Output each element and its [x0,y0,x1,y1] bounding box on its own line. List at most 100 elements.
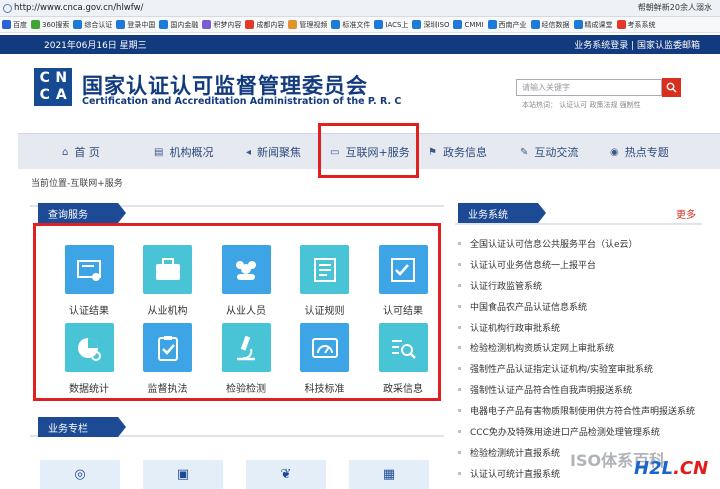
people-icon [221,245,271,294]
business-list-item[interactable]: 认证认可业务信息统一上报平台 [458,254,718,275]
bookmark-icon [116,20,126,29]
special-tile-id[interactable]: ▣ [143,460,223,489]
chat-icon: ◉ [610,146,619,158]
home-icon: ⌂ [62,146,69,158]
query-tile[interactable]: 认证规则 [286,245,364,323]
query-tile-label: 从业人员 [226,306,266,317]
bookmark-item[interactable]: 百度 [2,20,27,30]
business-section-title: 业务系统 [458,203,546,223]
special-tile-ccc[interactable]: ◎ [40,460,120,489]
special-tile-building[interactable]: ▦ [349,460,429,489]
query-tile[interactable]: 认证结果 [50,245,128,323]
business-list-item[interactable]: 全国认证认可信息公共服务平台（认e云） [458,233,718,254]
bookmark-label: CMMI [464,20,484,29]
query-tile[interactable]: 从业人员 [207,245,285,323]
building-icon: ▤ [154,146,164,158]
business-list-item[interactable]: CCC免办及特殊用途进口产品检测处理管理系统 [458,421,718,442]
bookmark-label: 管理视频 [299,20,328,29]
bookmark-item[interactable]: 考系系统 [616,20,656,30]
building-icon: ▦ [382,467,396,482]
cnca-logo[interactable]: C N C A [34,68,72,106]
news-ticker[interactable]: 帮朝鲜新20余人溺水 [638,2,712,13]
query-tile[interactable]: 检验检测 [207,323,285,401]
bookmark-icon [73,20,83,29]
query-tile[interactable]: 从业机构 [129,245,207,323]
highlight-box-nav [318,123,419,178]
bookmark-icon [202,20,212,29]
bookmark-item[interactable]: 经信数据 [530,20,570,30]
more-link[interactable]: 更多 [676,206,696,221]
query-tile[interactable]: 政采信息 [364,323,442,401]
business-list-item[interactable]: 检验检测机构资质认定网上审批系统 [458,337,718,358]
bookmark-item[interactable]: 西南产业 [487,20,527,30]
edit-icon: ✎ [520,146,529,158]
business-list-item[interactable]: 强制性产品认证指定认证机构/实验室审批系统 [458,358,718,379]
date-text: 2021年06月16日 星期三 [44,41,147,51]
bookmark-icon [487,20,497,29]
bookmark-item[interactable]: 积梦内容 [202,20,241,30]
bookmark-label: 精成课堂 [584,20,613,29]
bookmark-item[interactable]: 360搜索 [31,20,69,30]
query-tile[interactable]: 监督执法 [129,323,207,401]
nav-label: 机构概况 [169,146,214,159]
search-input[interactable]: 请输入关键字 [516,79,662,96]
bookmark-item[interactable]: 标准文件 [331,20,370,30]
bookmark-item[interactable]: 深圳ISO [412,20,449,30]
document-icon [300,245,349,294]
bookmark-item[interactable]: IACS上 [374,20,408,30]
special-title-text: 业务专栏 [48,423,88,435]
query-tile-label: 从业机构 [147,306,188,317]
bookmark-item[interactable]: 成都内容 [245,20,284,30]
query-tile[interactable]: 认可结果 [364,245,442,323]
bookmark-label: 标准文件 [342,20,371,29]
query-tile-label: 认可结果 [383,306,423,317]
url-text[interactable]: http://www.cnca.gov.cn/hlwfw/ [14,3,143,13]
nav-gov-info[interactable]: ⚑ 政务信息 [428,134,487,170]
business-list-item[interactable]: 认证行政监管系统 [458,275,718,296]
bookmark-icon [616,20,626,29]
logo-letter: N [55,70,68,86]
bookmark-item[interactable]: 综合认证 [73,20,112,30]
nav-topics[interactable]: ◉ 热点专题 [610,134,669,170]
business-list-item[interactable]: 电器电子产品有害物质限制使用供方符合性声明报送系统 [458,400,718,421]
top-bar: 2021年06月16日 星期三 业务系统登录 | 国家认监委邮箱 [0,35,720,54]
business-list-item[interactable]: 认证机构行政审批系统 [458,317,718,338]
breadcrumb: 当前位置-互联网+服务 [31,179,123,189]
megaphone-icon: ◂ [246,146,252,158]
browser-address-bar[interactable]: http://www.cnca.gov.cn/hlwfw/ 帮朝鲜新20余人溺水 [0,0,720,17]
search-list-icon [378,323,428,372]
site-title-en: Certification and Accreditation Administ… [82,96,402,107]
query-tile-label: 监督执法 [147,384,188,395]
hot-words: 本站热词： 认证认可 政策法规 强制性 [522,101,641,109]
special-tile-leaf[interactable]: ❦ [246,460,326,489]
bookmark-label: 深圳ISO [423,20,450,29]
nav-label: 政务信息 [442,146,487,159]
business-list-item[interactable]: 强制性认证产品符合性自我声明报送系统 [458,379,718,400]
nav-about[interactable]: ▤ 机构概况 [154,134,213,170]
bookmark-icon [453,20,463,29]
bookmark-item[interactable]: 国内金融 [159,20,198,30]
query-tile-label: 检验检测 [226,384,266,395]
login-links[interactable]: 业务系统登录 | 国家认监委邮箱 [574,38,700,51]
leaf-icon: ❦ [280,467,292,482]
globe-icon [3,4,12,13]
business-list-item[interactable]: 中国食品农产品认证信息系统 [458,296,718,317]
bookmark-item[interactable]: CMMI [453,20,484,29]
bookmark-item[interactable]: 管理视频 [288,20,327,30]
bookmark-item[interactable]: 精成课堂 [573,20,613,30]
query-title-text: 查询服务 [48,209,88,221]
nav-home[interactable]: ⌂ 首 页 [62,134,100,170]
briefcase-icon [143,245,192,294]
query-tile[interactable]: 数据统计 [50,323,128,401]
nav-news[interactable]: ◂ 新闻聚焦 [246,134,301,170]
search-icon [666,82,677,93]
clipboard-icon [143,323,192,372]
logo-letter: C [39,86,50,103]
bookmark-item[interactable]: 登录中国 [116,20,155,30]
search-button[interactable] [662,78,681,97]
query-tile[interactable]: 科技标准 [286,323,364,401]
gauge-icon [300,323,349,372]
query-tile-label: 政采信息 [383,384,423,395]
nav-interaction[interactable]: ✎ 互动交流 [520,134,578,170]
bookmark-icon [245,20,255,29]
